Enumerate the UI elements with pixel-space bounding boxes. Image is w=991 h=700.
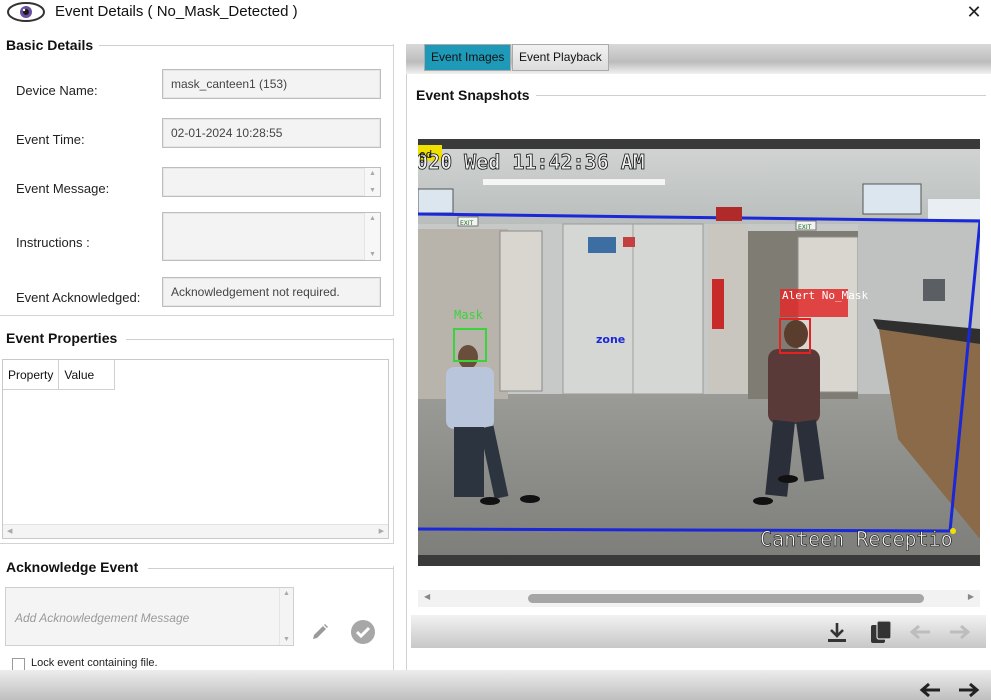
overlay-timestamp: 020 Wed 11:42:36 AM: [418, 150, 645, 174]
copy-icon[interactable]: [869, 619, 893, 645]
exit-sign-1: EXIT: [460, 220, 474, 227]
device-name-field: mask_canteen1 (153): [162, 69, 381, 99]
zone-label: zone: [596, 333, 625, 346]
tab-event-images[interactable]: Event Images: [424, 44, 512, 71]
acknowledge-divider: [148, 568, 394, 569]
event-message-field[interactable]: ▲ ▼: [162, 167, 381, 197]
title-bar: Event Details ( No_Mask_Detected ) ✕: [0, 0, 991, 26]
event-properties-divider: [126, 339, 394, 340]
event-time-label: Event Time:: [16, 132, 85, 147]
properties-table[interactable]: Property Value ◀ ▶: [2, 359, 389, 539]
footer-arrow-left-icon[interactable]: [918, 682, 942, 698]
lock-event-label: Lock event containing file.: [31, 657, 158, 669]
event-snapshot-image[interactable]: 020 Wed 11:42:36 AM ed Canteen Receptio …: [418, 139, 980, 566]
event-message-scrollbar[interactable]: ▲ ▼: [364, 168, 380, 196]
properties-table-header: Property Value: [3, 360, 116, 390]
event-snapshots-title: Event Snapshots: [416, 87, 536, 103]
event-acknowledged-label: Event Acknowledged:: [16, 290, 141, 305]
event-acknowledged-field: Acknowledgement not required.: [162, 277, 381, 307]
properties-table-scrollbar[interactable]: ◀ ▶: [3, 524, 388, 538]
event-snapshots-divider: [536, 95, 986, 96]
arrow-left-icon[interactable]: [908, 624, 932, 640]
acknowledge-scrollbar[interactable]: ▲ ▼: [279, 588, 293, 645]
instructions-scrollbar[interactable]: ▲ ▼: [364, 213, 380, 260]
event-message-label: Event Message:: [16, 181, 110, 196]
snapshot-scrollbar[interactable]: ◀ ▶: [418, 590, 980, 607]
eye-icon: [7, 2, 45, 22]
tab-event-playback[interactable]: Event Playback: [512, 44, 609, 71]
snapshot-scene: 020 Wed 11:42:36 AM ed Canteen Receptio …: [418, 139, 980, 566]
scroll-right-arrow-icon[interactable]: ▶: [968, 592, 974, 601]
instructions-field[interactable]: ▲ ▼: [162, 212, 381, 261]
acknowledge-title: Acknowledge Event: [6, 559, 145, 575]
footer-bar: [0, 670, 991, 700]
snapshot-toolbar: [411, 615, 986, 648]
arrow-right-icon[interactable]: [948, 624, 972, 640]
acknowledge-placeholder: Add Acknowledgement Message: [15, 611, 190, 625]
exit-sign-2: EXIT: [798, 224, 812, 231]
acknowledge-message-input[interactable]: Add Acknowledgement Message ▲ ▼: [5, 587, 294, 646]
alert-box-label: Alert No_Mask: [782, 289, 868, 302]
download-icon[interactable]: [825, 621, 849, 643]
column-header-property[interactable]: Property: [3, 360, 60, 390]
close-button[interactable]: ✕: [962, 2, 986, 22]
window-title: Event Details ( No_Mask_Detected ): [55, 3, 298, 20]
check-circle-icon[interactable]: [350, 619, 376, 645]
pencil-icon[interactable]: [310, 622, 330, 642]
device-name-label: Device Name:: [16, 83, 98, 98]
event-time-field: 02-01-2024 10:28:55: [162, 118, 381, 148]
overlay-tag: ed: [419, 148, 432, 161]
mask-box-label: Mask: [454, 308, 484, 322]
snapshot-scrollbar-thumb[interactable]: [528, 594, 924, 603]
scroll-left-arrow-icon[interactable]: ◀: [424, 592, 430, 601]
overlay-location: Canteen Receptio: [760, 527, 953, 551]
basic-details-divider: [95, 45, 394, 46]
footer-arrow-right-icon[interactable]: [957, 682, 981, 698]
event-properties-title: Event Properties: [6, 330, 124, 346]
basic-details-title: Basic Details: [6, 37, 100, 53]
instructions-label: Instructions :: [16, 235, 90, 250]
column-header-value[interactable]: Value: [59, 360, 116, 390]
